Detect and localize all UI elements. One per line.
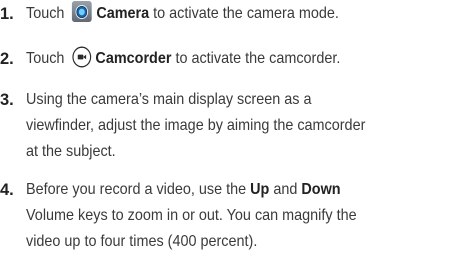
step-4: 4. Before you record a video, use the Up…: [0, 177, 468, 257]
step-number: 4.: [0, 181, 14, 199]
step-line: Before you record a video, use the Up an…: [26, 177, 464, 203]
step-text-post: to activate the camcorder.: [171, 50, 341, 67]
step-text-mid: and: [269, 181, 302, 198]
step-line: viewfinder, adjust the image by aiming t…: [26, 117, 366, 134]
step-3: 3. Using the camera’s main display scree…: [0, 87, 468, 167]
camcorder-mode-icon: [68, 46, 95, 68]
step-text-pre: Before you record a video, use the: [26, 181, 251, 198]
step-text: Using the camera’s main display screen a…: [26, 87, 464, 165]
step-1: 1. Touch Camera to activate the camera m…: [0, 1, 468, 31]
camera-label: Camera: [96, 5, 150, 22]
down-key-label: Down: [301, 181, 341, 198]
step-number: 3.: [0, 91, 14, 109]
step-text-pre: Touch: [26, 5, 69, 22]
step-text: Before you record a video, use the Up an…: [26, 177, 464, 255]
camcorder-label: Camcorder: [95, 50, 172, 67]
step-number: 1.: [0, 5, 14, 23]
step-text-post: to activate the camera mode.: [149, 5, 339, 22]
step-line: at the subject.: [26, 143, 116, 160]
step-line: video up to four times (400 percent).: [26, 233, 258, 250]
step-text: Touch Camcorder to activate the camcorde…: [26, 46, 464, 72]
step-2: 2. Touch Camcorder to activate the camco…: [0, 46, 468, 76]
step-line: Volume keys to zoom in or out. You can m…: [26, 207, 357, 224]
step-line: Using the camera’s main display screen a…: [26, 91, 312, 108]
step-text: Touch Camera to activate the camera mode…: [26, 1, 464, 27]
step-number: 2.: [0, 50, 14, 68]
camera-app-icon: [72, 1, 92, 23]
up-key-label: Up: [250, 181, 270, 198]
step-text-pre: Touch: [26, 50, 69, 67]
instruction-steps: 1. Touch Camera to activate the camera m…: [0, 0, 468, 257]
